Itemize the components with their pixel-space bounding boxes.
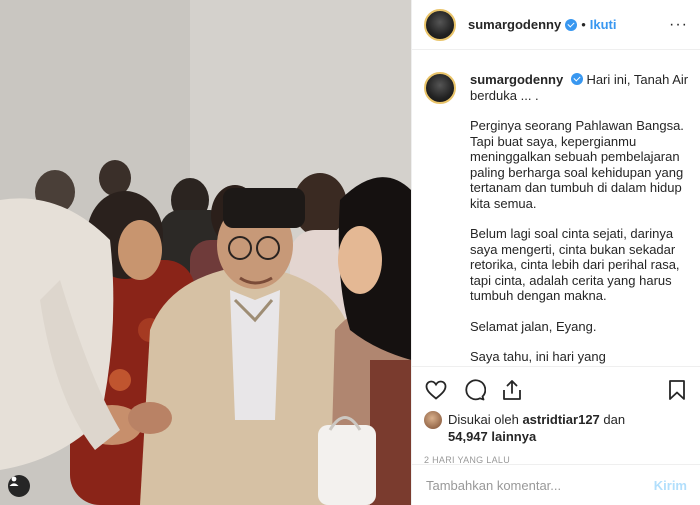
post-side-panel: sumargodenny • Ikuti ··· sumargodenny Ha…	[411, 0, 700, 505]
liker-avatar[interactable]	[424, 411, 442, 429]
likes-prefix: Disukai oleh	[448, 412, 519, 427]
person-icon	[9, 476, 19, 486]
caption-text: sumargodenny Hari ini, Tanah Air berduka…	[470, 72, 689, 366]
post-actions: Disukai oleh astridtiar127 dan 54,947 la…	[412, 366, 700, 465]
caption-paragraph-2: Perginya seorang Pahlawan Bangsa. Tapi b…	[470, 118, 684, 211]
action-icons	[424, 375, 689, 405]
caption-paragraph-5: Saya tahu, ini hari yang menenangkan bag…	[470, 349, 638, 366]
heart-icon[interactable]	[424, 378, 448, 402]
follow-button[interactable]: Ikuti	[590, 17, 617, 32]
caption-paragraph-4: Selamat jalan, Eyang.	[470, 318, 597, 334]
share-icon[interactable]	[500, 378, 524, 402]
likes-connector: dan	[603, 412, 626, 427]
caption-author-avatar[interactable]	[424, 72, 456, 104]
likes-count[interactable]: 54,947 lainnya	[448, 429, 536, 444]
more-options-button[interactable]: ···	[669, 16, 688, 34]
comment-bar: Kirim	[412, 464, 700, 505]
separator-dot: •	[581, 17, 586, 32]
comment-icon[interactable]	[462, 378, 486, 402]
caption-paragraph-3: Belum lagi soal cinta sejati, darinya sa…	[470, 226, 680, 303]
verified-badge-icon	[570, 73, 583, 85]
comment-input[interactable]	[426, 477, 654, 493]
likes-summary: Disukai oleh astridtiar127 dan 54,947 la…	[424, 411, 689, 445]
post-photo[interactable]	[0, 0, 411, 505]
photo-illustration	[0, 0, 411, 505]
caption-area: sumargodenny Hari ini, Tanah Air berduka…	[412, 60, 700, 366]
send-comment-button[interactable]: Kirim	[654, 478, 687, 493]
author-avatar[interactable]	[424, 8, 456, 41]
post-header: sumargodenny • Ikuti ···	[412, 0, 700, 50]
verified-badge-icon	[565, 18, 578, 31]
author-username[interactable]: sumargodenny	[468, 17, 561, 32]
tagged-users-button[interactable]	[8, 475, 30, 497]
bookmark-icon[interactable]	[665, 378, 689, 402]
liker-username[interactable]: astridtiar127	[522, 412, 599, 427]
caption-username[interactable]: sumargodenny	[470, 72, 563, 87]
